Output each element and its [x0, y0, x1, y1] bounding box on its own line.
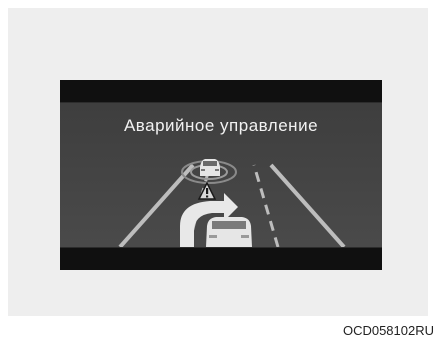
display-bottom-bar [60, 247, 382, 270]
display-area: Аварийное управление [60, 103, 382, 247]
cluster-display: Аварийное управление [60, 80, 382, 270]
warning-triangle-icon [197, 181, 217, 200]
lane-line-right [269, 163, 346, 247]
display-top-bar [60, 80, 382, 103]
road-scene [118, 159, 346, 247]
lane-line-center-right [252, 164, 280, 247]
own-vehicle-icon [206, 217, 252, 247]
figure-code: OCD058102RU [342, 323, 434, 338]
